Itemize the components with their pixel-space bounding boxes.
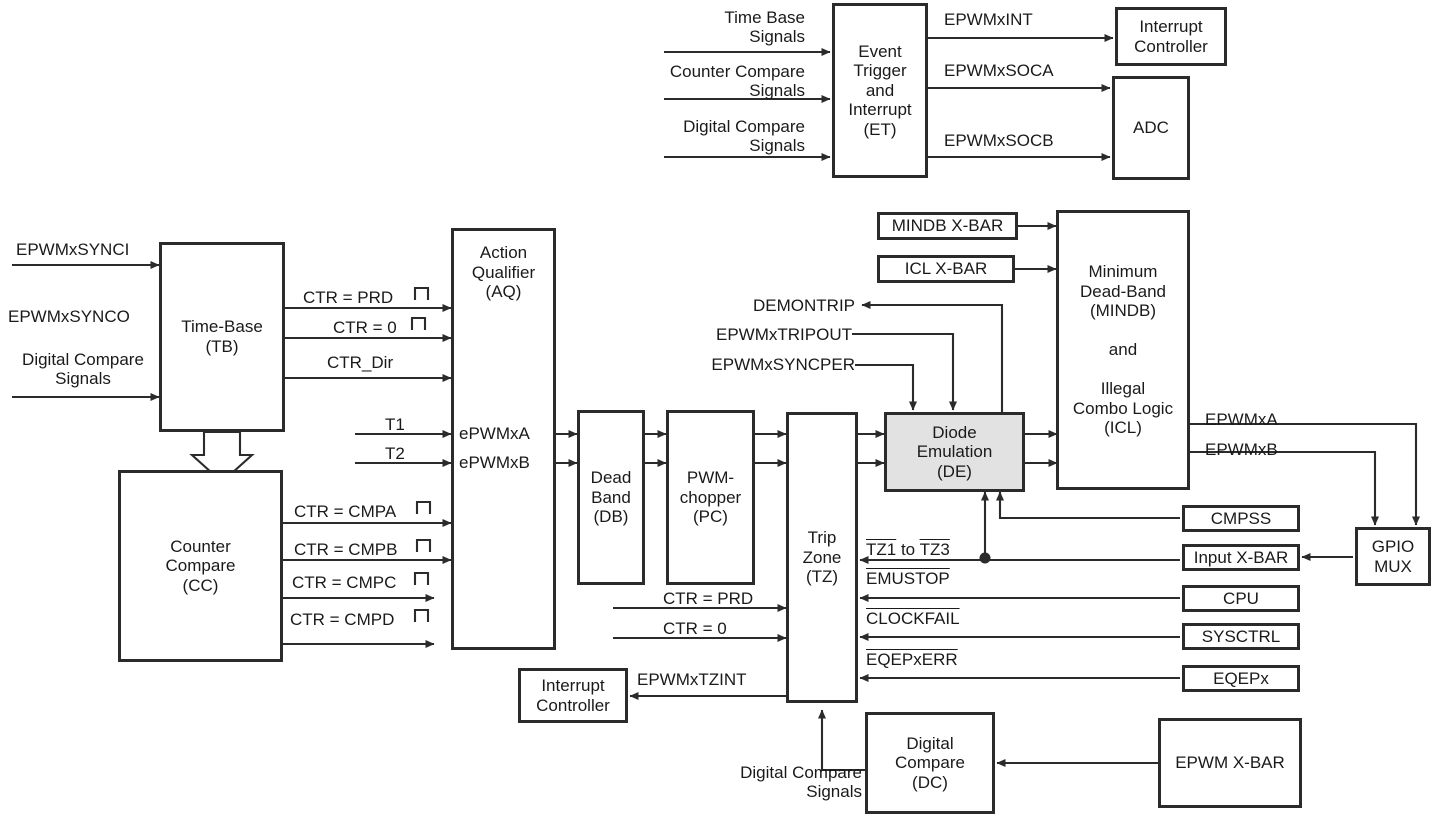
label-epwmxb-out: EPWMxB: [1205, 440, 1278, 459]
label-epwmxa-out: EPWMxA: [1205, 410, 1278, 429]
pulse-icon-ctr-cmpa: [415, 500, 432, 514]
block-diode-emulation: Diode Emulation (DE): [884, 412, 1025, 492]
label-tz3: TZ3: [919, 540, 950, 559]
label-epwmxtripout: EPWMxTRIPOUT: [716, 325, 852, 344]
label-clockfail: CLOCKFAIL: [866, 609, 960, 628]
block-counter-compare: Counter Compare (CC): [118, 470, 283, 662]
label-epwmxtzint: EPWMxTZINT: [637, 670, 747, 689]
label-eqepxerr: EQEPxERR: [866, 650, 958, 669]
block-event-trigger: Event Trigger and Interrupt (ET): [832, 3, 928, 178]
block-sysctrl: SYSCTRL: [1182, 623, 1300, 650]
block-mindb-icl: Minimum Dead-Band (MINDB) and Illegal Co…: [1056, 210, 1190, 490]
label-tz-ctr-zero: CTR = 0: [663, 619, 727, 638]
label-emustop: EMUSTOP: [866, 569, 950, 588]
label-epwmxsocb: EPWMxSOCB: [944, 131, 1054, 150]
block-eqepx: EQEPx: [1182, 665, 1300, 692]
label-tz1-to-tz3: TZ1 to TZ3: [866, 540, 950, 559]
label-demontrip: DEMONTRIP: [753, 296, 855, 315]
label-ctr-cmpb: CTR = CMPB: [294, 540, 398, 559]
block-mindb-xbar: MINDB X-BAR: [877, 212, 1018, 240]
label-ctr-dir: CTR_Dir: [327, 353, 394, 372]
label-tz1: TZ1: [866, 540, 897, 559]
label-tz-to: to: [896, 540, 920, 559]
label-ctr-cmpd: CTR = CMPD: [290, 610, 395, 629]
block-adc: ADC: [1112, 76, 1190, 180]
block-gpio-mux: GPIO MUX: [1355, 527, 1431, 586]
tz-junction-dot: [979, 552, 991, 564]
label-epwmxsyncper: EPWMxSYNCPER: [711, 355, 855, 374]
label-tz-ctr-prd: CTR = PRD: [663, 589, 754, 608]
label-ctr-cmpc: CTR = CMPC: [292, 573, 397, 592]
label-t2: T2: [385, 444, 405, 463]
pulse-icon-ctr-cmpc: [413, 571, 430, 585]
label-ctr-prd-aq: CTR = PRD: [303, 288, 394, 307]
block-icl-xbar: ICL X-BAR: [877, 255, 1015, 283]
label-epwmxsoca: EPWMxSOCA: [944, 61, 1054, 80]
block-pwm-chopper: PWM- chopper (PC): [666, 410, 755, 585]
label-ctr-cmpa: CTR = CMPA: [294, 502, 397, 521]
block-input-xbar: Input X-BAR: [1182, 544, 1300, 571]
label-epwmxa-aq: ePWMxA: [459, 424, 530, 443]
pulse-icon-ctr-zero: [410, 316, 427, 330]
block-interrupt-controller-top: Interrupt Controller: [1115, 7, 1227, 66]
label-epwmxint: EPWMxINT: [944, 10, 1033, 29]
block-epwm-xbar: EPWM X-BAR: [1158, 718, 1302, 808]
label-epwmxsynci: EPWMxSYNCI: [16, 240, 130, 259]
label-et-digital-compare-signals: Digital Compare Signals: [683, 117, 805, 156]
label-et-time-base-signals: Time Base Signals: [724, 8, 805, 47]
pulse-icon-ctr-cmpd: [413, 608, 430, 622]
block-cmpss: CMPSS: [1182, 505, 1300, 532]
pulse-icon-ctr-cmpb: [415, 538, 432, 552]
label-dc-signals: Digital Compare Signals: [740, 763, 862, 802]
block-trip-zone: Trip Zone (TZ): [786, 412, 858, 703]
block-cpu: CPU: [1182, 585, 1300, 612]
label-epwmxb-aq: ePWMxB: [459, 453, 530, 472]
block-digital-compare: Digital Compare (DC): [865, 712, 995, 814]
label-ctr-zero-aq: CTR = 0: [333, 318, 397, 337]
label-epwmxsynco: EPWMxSYNCO: [8, 307, 130, 326]
block-time-base: Time-Base (TB): [159, 242, 285, 432]
label-et-counter-compare-signals: Counter Compare Signals: [669, 62, 805, 101]
epwm-block-diagram: Event Trigger and Interrupt (ET) Interru…: [0, 0, 1434, 816]
block-dead-band: Dead Band (DB): [577, 410, 645, 585]
block-interrupt-controller-bottom: Interrupt Controller: [518, 668, 628, 723]
pulse-icon-ctr-prd: [413, 286, 430, 300]
label-tb-digital-compare-signals: Digital Compare Signals: [22, 350, 144, 389]
label-t1: T1: [385, 415, 405, 434]
